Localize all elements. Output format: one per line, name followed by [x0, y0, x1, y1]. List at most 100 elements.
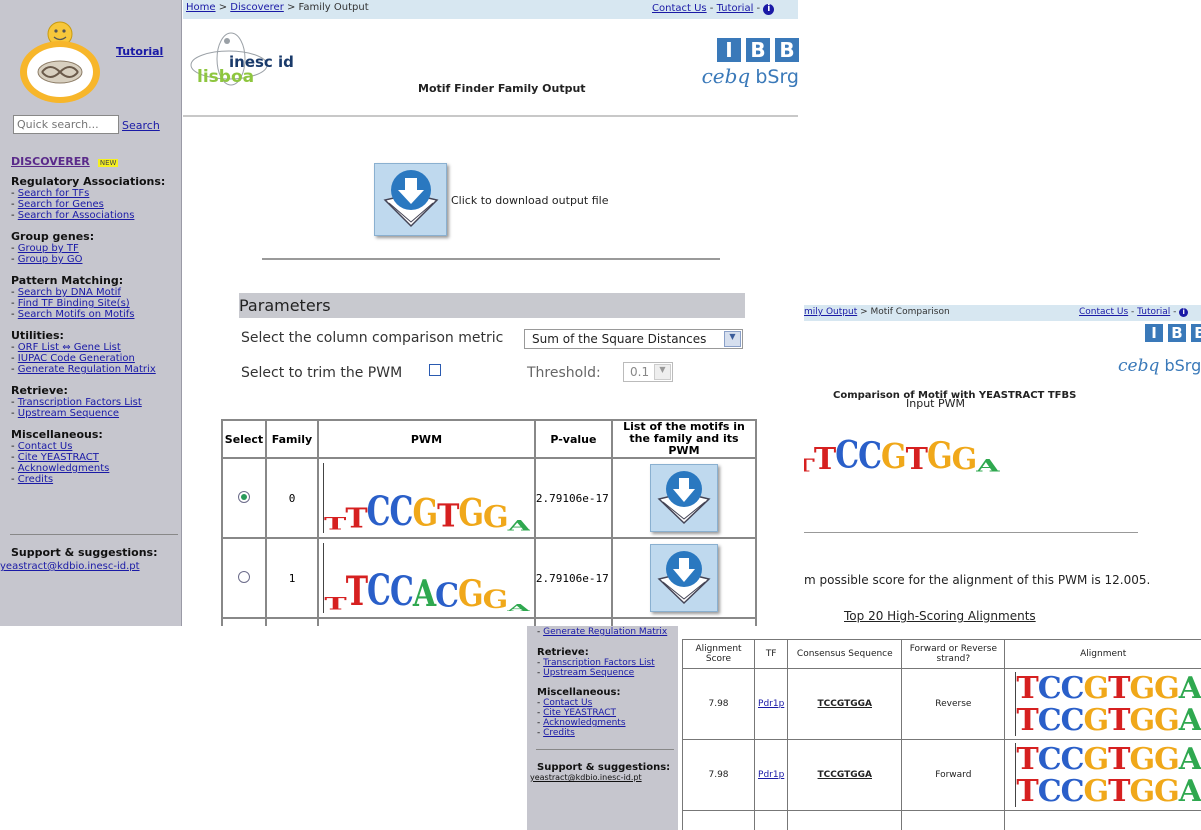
sidebar: Tutorial Search DISCOVERER NEW Regulator… [0, 0, 182, 626]
logo-letter: T [1108, 703, 1130, 738]
sidebar-item[interactable]: - Transcription Factors List [537, 658, 678, 668]
sidebar-item[interactable]: - Generate Regulation Matrix [11, 364, 181, 375]
sidebar-item[interactable]: - Search for TFs [11, 188, 181, 199]
contact-us-link[interactable]: Contact Us [652, 3, 707, 14]
comparison-crumb-link[interactable]: mily Output [804, 307, 857, 317]
sidebar-section-title: Group genes: [11, 230, 95, 243]
trim-checkbox[interactable] [429, 364, 441, 376]
logo-letter: G [458, 491, 484, 533]
logo-letter: G [458, 573, 484, 613]
logo-letter: T [905, 442, 928, 477]
sidebar-section-title: Pattern Matching: [11, 274, 124, 287]
logo-letter: T [1016, 774, 1038, 809]
sidebar-item[interactable]: - Contact Us [537, 698, 678, 708]
sidebar-item[interactable]: - Acknowledgments [11, 463, 181, 474]
sidebar-item[interactable]: - Search for Associations [11, 210, 181, 221]
sidebar-item[interactable]: - Search Motifs on Motifs [11, 309, 181, 320]
sidebar-item[interactable]: - Find TF Binding Site(s) [11, 298, 181, 309]
score-cell: 7.98 [681, 739, 756, 811]
support-email[interactable]: yeastract@kdbio.inesc-id.pt [530, 773, 678, 783]
download-motifs-button[interactable] [649, 464, 718, 532]
quick-search-input[interactable] [13, 115, 119, 134]
sidebar-item[interactable]: - Cite YEASTRACT [11, 452, 181, 463]
info-icon[interactable]: i [1179, 308, 1189, 317]
col-header-consensus: Consensus Sequence [787, 639, 903, 669]
yeastract-logo[interactable] [16, 20, 104, 106]
logo-letter: T [324, 514, 346, 533]
sidebar-item[interactable]: - Search by DNA Motif [11, 287, 181, 298]
tf-link[interactable]: Pdr1p [758, 770, 784, 780]
logo-letter: G [926, 435, 953, 478]
chevron-down-icon: ▼ [724, 331, 741, 347]
sidebar-item[interactable]: - ORF List ⇔ Gene List [11, 342, 181, 353]
sidebar-item[interactable]: - Upstream Sequence [537, 668, 678, 678]
sidebar-item[interactable]: - Group by TF [11, 243, 181, 254]
sidebar-item[interactable]: - IUPAC Code Generation [11, 353, 181, 364]
col-header-family: Family [265, 419, 319, 459]
ibb-logo[interactable]: IBB cebq bSrg [694, 38, 799, 100]
pvalue-cell: 2.79106e-17 [533, 537, 613, 619]
family-radio[interactable] [238, 570, 250, 583]
sidebar-item[interactable]: - Credits [537, 728, 678, 738]
alignment-cell: TCCGTGGATCCGTGGA [1004, 668, 1201, 740]
ibb-letter: B [746, 38, 770, 62]
search-button[interactable]: Search [122, 119, 160, 132]
logo-letter: C [1060, 703, 1085, 738]
sidebar-menu: Regulatory Associations: - Search for TFs… [0, 175, 181, 485]
sidebar-item[interactable]: - Transcription Factors List [11, 397, 181, 408]
logo-letter: A [1178, 774, 1201, 809]
threshold-select[interactable]: 0.1 ▼ [623, 362, 673, 382]
sidebar-item[interactable]: - Upstream Sequence [11, 408, 181, 419]
consensus-cell: TCCGTGGA [787, 668, 903, 740]
family-radio[interactable] [238, 490, 250, 503]
logo-letter: G [1154, 671, 1180, 706]
info-icon[interactable]: i [763, 4, 775, 15]
sidebar-tutorial-link[interactable]: Tutorial [116, 45, 163, 58]
sidebar-item[interactable]: - Credits [11, 474, 181, 485]
sidebar-item[interactable]: - Acknowledgments [537, 718, 678, 728]
discoverer-link[interactable]: DISCOVERER [11, 155, 90, 168]
input-pwm-label: Input PWM [906, 397, 965, 410]
comparison-contact-link[interactable]: Contact Us [1079, 307, 1128, 317]
table-cell [265, 617, 319, 626]
logo-letter: C [435, 576, 459, 613]
tf-link[interactable]: Pdr1p [758, 699, 784, 709]
page-title: Motif Finder Family Output [418, 82, 586, 95]
sidebar-item[interactable]: - Group by GO [11, 254, 181, 265]
logo-letter: A [412, 573, 436, 613]
sidebar-item[interactable]: - Contact Us [11, 441, 181, 452]
bsrg-text: bSrg [755, 66, 799, 88]
sidebar-item[interactable]: - Search for Genes [11, 199, 181, 210]
metric-select[interactable]: Sum of the Square Distances ▼ [524, 329, 743, 349]
comparison-cebg-logo[interactable]: cebq bSrg [1118, 356, 1201, 376]
table-cell [754, 810, 789, 830]
table-header-row: Select Family PWM P-value List of the mo… [221, 419, 758, 459]
sidebar-item[interactable]: - Cite YEASTRACT [537, 708, 678, 718]
table-cell [533, 617, 613, 626]
logo-letter: T [1108, 671, 1130, 706]
sidebar-item[interactable]: - Generate Regulation Matrix [537, 627, 678, 637]
logo-letter: G [880, 437, 907, 478]
logo-letter: T [1108, 742, 1130, 777]
table-cell [1004, 810, 1201, 830]
motif-finder-window: Tutorial Search DISCOVERER NEW Regulator… [0, 0, 808, 626]
table-row[interactable]: 0 T T C C G T G G A 2.79106e-17 [221, 457, 758, 539]
inesc-id-logo[interactable]: inesc id lisboa [187, 25, 317, 105]
input-pwm-logo: TTCCGTGGA [804, 419, 999, 478]
download-motifs-button[interactable] [649, 544, 718, 612]
comparison-tutorial-link[interactable]: Tutorial [1137, 307, 1170, 317]
comparison-breadcrumb-bar: mily Output > Motif Comparison Contact U… [804, 305, 1201, 321]
table-cell [221, 617, 267, 626]
logo-letter: G [482, 584, 509, 613]
logo-letter: C [1037, 774, 1062, 809]
logo-letter: G [1129, 671, 1155, 706]
breadcrumb-discoverer[interactable]: Discoverer [230, 2, 284, 13]
table-row[interactable]: 1 T T C C A C G G A 2.79106e-17 [221, 537, 758, 619]
top20-link[interactable]: Top 20 High-Scoring Alignments [844, 609, 1036, 623]
download-output-button[interactable] [374, 163, 447, 236]
support-email[interactable]: yeastract@kdbio.inesc-id.pt [0, 561, 140, 572]
breadcrumb-home[interactable]: Home [186, 2, 216, 13]
tutorial-link[interactable]: Tutorial [717, 3, 754, 14]
table-row[interactable] [221, 617, 758, 626]
logo-letter: C [1060, 774, 1085, 809]
